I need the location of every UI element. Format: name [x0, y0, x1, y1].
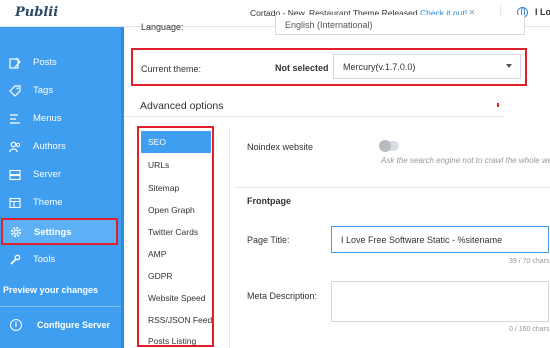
authors-icon	[9, 141, 21, 153]
nav-item-sitemap[interactable]: Sitemap	[141, 177, 211, 199]
nav-item-label: URLs	[148, 160, 170, 170]
configure-server-button[interactable]: i Configure Server	[0, 310, 125, 340]
page-title-value: I Love Free Software Static - %sitename	[341, 235, 503, 245]
theme-icon	[9, 197, 21, 209]
panel-divider	[229, 128, 230, 348]
meta-description-input[interactable]	[331, 281, 549, 322]
language-select[interactable]: English (International)	[275, 15, 525, 35]
page-title-counter: 39 / 70 chars	[509, 258, 550, 265]
configure-server-label: Configure Server	[37, 320, 111, 330]
nav-item-posts-listing[interactable]: Posts Listing	[141, 330, 211, 348]
sidebar-item-tools[interactable]: Tools	[0, 246, 125, 274]
nav-item-amp[interactable]: AMP	[141, 243, 211, 265]
sidebar-item-theme[interactable]: Theme	[0, 189, 125, 217]
nav-item-label: Open Graph	[148, 205, 195, 215]
language-label: Language:	[141, 22, 184, 32]
app-logo[interactable]: Publii	[15, 5, 58, 20]
wrench-icon	[9, 254, 21, 266]
nav-item-label: GDPR	[148, 271, 173, 281]
nav-item-rss-json-feed[interactable]: RSS/JSON Feed	[141, 309, 213, 331]
nav-item-label: Website Speed	[148, 293, 206, 303]
theme-label: Current theme:	[141, 64, 202, 74]
meta-description-counter: 0 / 160 chars	[509, 326, 550, 333]
sidebar-item-label: Tags	[33, 85, 54, 96]
nav-item-label: Sitemap	[148, 183, 180, 193]
nav-item-twitter-cards[interactable]: Twitter Cards	[141, 221, 211, 243]
sidebar-item-settings[interactable]: Settings	[1, 218, 118, 245]
frontpage-title: Frontpage	[247, 196, 291, 206]
sidebar-item-label: Authors	[33, 141, 66, 152]
nav-item-seo[interactable]: SEO	[141, 131, 211, 153]
site-switcher[interactable]: I Lo	[535, 7, 550, 17]
tag-icon	[9, 85, 21, 97]
menu-icon	[9, 113, 21, 125]
sidebar-item-menus[interactable]: Menus	[0, 105, 125, 133]
chevron-down-icon	[506, 64, 512, 68]
sidebar-item-tags[interactable]: Tags	[0, 77, 125, 105]
noindex-label: Noindex website	[247, 142, 314, 152]
nav-item-open-graph[interactable]: Open Graph	[141, 199, 211, 221]
sidebar-item-label: Menus	[33, 113, 62, 124]
server-icon	[9, 169, 21, 181]
page-title-input[interactable]: I Love Free Software Static - %sitename	[331, 226, 549, 253]
advanced-options-title: Advanced options	[140, 100, 224, 112]
sidebar-divider	[0, 306, 125, 307]
sidebar-item-label: Theme	[33, 197, 63, 208]
nav-item-label: Posts Listing	[148, 336, 197, 346]
nav-item-label: SEO	[148, 137, 166, 147]
noindex-toggle[interactable]	[379, 140, 399, 152]
nav-item-website-speed[interactable]: Website Speed	[141, 287, 211, 309]
language-value: English (International)	[285, 20, 373, 30]
advanced-options-divider	[124, 116, 504, 117]
nav-item-label: AMP	[148, 249, 167, 259]
sidebar-item-label: Posts	[33, 57, 57, 68]
nav-item-urls[interactable]: URLs	[141, 154, 211, 176]
sidebar-item-authors[interactable]: Authors	[0, 133, 125, 161]
frontpage-divider	[235, 187, 550, 188]
theme-select-value: Mercury(v.1.7.0.0)	[343, 62, 416, 72]
sidebar-item-server[interactable]: Server	[0, 161, 125, 189]
noindex-hint: Ask the search engine not to crawl the w…	[381, 156, 550, 165]
theme-status: Not selected	[275, 63, 329, 73]
nav-item-label: RSS/JSON Feed	[148, 315, 213, 325]
nav-item-gdpr[interactable]: GDPR	[141, 265, 211, 287]
gear-icon	[10, 226, 22, 238]
sidebar-item-label: Tools	[33, 254, 56, 265]
theme-select[interactable]: Mercury(v.1.7.0.0)	[333, 54, 521, 79]
info-icon: i	[10, 319, 22, 331]
page-title-label: Page Title:	[247, 235, 290, 245]
sidebar-item-label: Settings	[34, 227, 72, 238]
posts-icon	[9, 57, 21, 69]
meta-description-label: Meta Description:	[247, 291, 318, 301]
sidebar: Posts Tags Menus Authors Server Theme Se…	[0, 27, 125, 348]
preview-changes-button[interactable]: Preview your changes	[3, 285, 98, 295]
nav-item-label: Twitter Cards	[148, 227, 199, 237]
sidebar-item-label: Server	[33, 169, 61, 180]
sidebar-item-posts[interactable]: Posts	[0, 49, 125, 77]
highlight-marker	[497, 103, 499, 107]
